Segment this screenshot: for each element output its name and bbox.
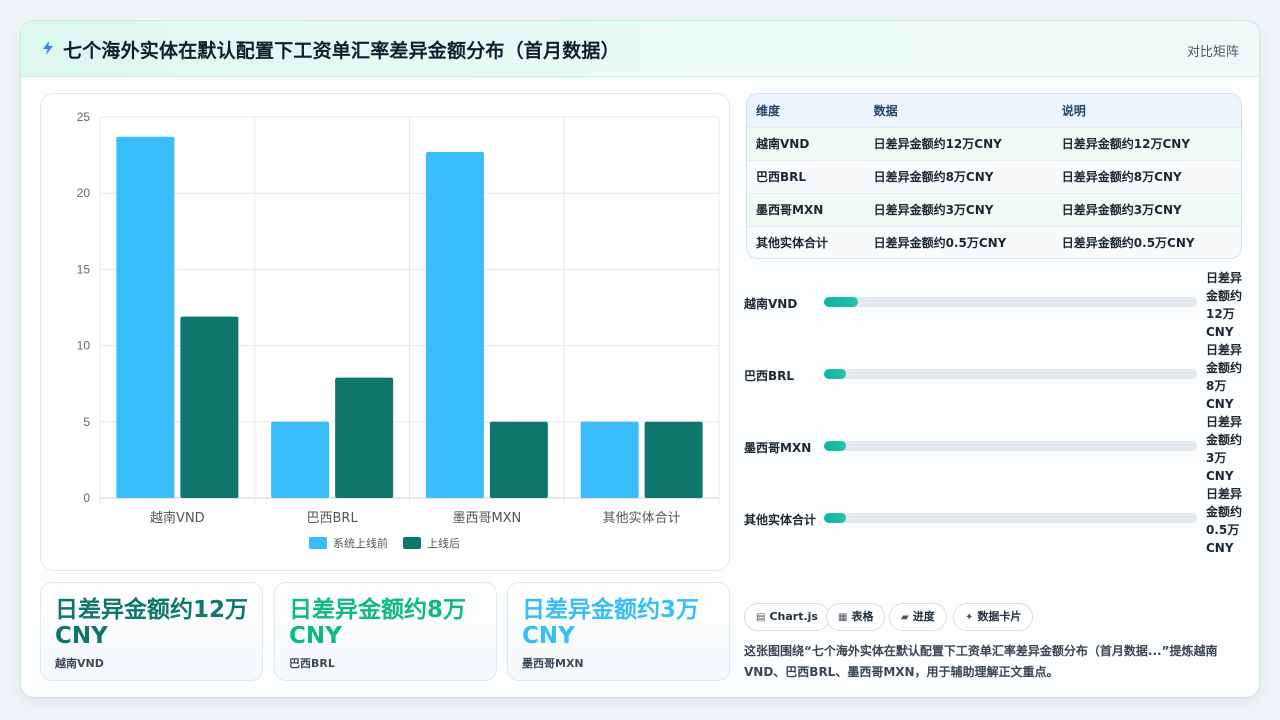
comparison-matrix-link[interactable]: 对比矩阵 — [1187, 41, 1239, 60]
progress-label: 越南VND — [744, 297, 798, 311]
table-header-cell: 数据 — [873, 103, 898, 118]
tag-label: Chart.js — [769, 610, 818, 623]
progress-track — [824, 513, 1197, 523]
progress-item: 越南VND 日差异金额约12万CNY — [744, 267, 1244, 339]
table-cell: 日差异金额约12万CNY — [1061, 137, 1191, 151]
progress-fill — [824, 369, 847, 379]
table-header-cell: 说明 — [1061, 103, 1086, 118]
progress-item: 其他实体合计 日差异金额约0.5万CNY — [744, 483, 1244, 555]
y-tick-label: 25 — [77, 110, 91, 124]
progress-track — [824, 297, 1197, 307]
stat-card: 日差异金额约3万CNY 墨西哥MXN — [507, 582, 730, 681]
tag-progress[interactable]: ▰ 进度 — [889, 603, 947, 631]
progress-item: 巴西BRL 日差异金额约8万CNY — [744, 339, 1244, 411]
stat-label: 越南VND — [55, 657, 104, 670]
y-tick-label: 5 — [83, 415, 90, 429]
stat-value: 日差异金额约12万CNY — [55, 597, 249, 649]
table-header-cell: 维度 — [756, 103, 781, 118]
y-tick-label: 10 — [77, 339, 91, 353]
bar — [335, 377, 394, 498]
table-cell: 越南VND — [756, 137, 810, 151]
progress-track — [824, 369, 1197, 379]
sparkle-icon: ✦ — [965, 612, 974, 623]
table-cell: 墨西哥MXN — [756, 203, 824, 217]
tag-label: 进度 — [912, 610, 935, 623]
progress-item: 墨西哥MXN 日差异金额约3万CNY — [744, 411, 1244, 483]
bar-chart: 0 5 10 15 20 25 越南VND 巴西BRL 墨西哥MXN 其他实体合计系统上线前 上线后 — [77, 110, 720, 550]
progress-track — [824, 441, 1197, 451]
bar — [489, 421, 548, 498]
table-cell: 日差异金额约3万CNY — [873, 203, 994, 217]
x-tick-label: 其他实体合计 — [603, 511, 681, 526]
bar — [580, 421, 639, 498]
table-header-row: 维度 数据 说明 — [747, 94, 1241, 127]
legend-label: 上线后 — [427, 536, 460, 550]
stat-card: 日差异金额约8万CNY 巴西BRL — [274, 582, 497, 681]
table-cell: 日差异金额约0.5万CNY — [873, 236, 1007, 251]
chart-icon: ▤ — [756, 612, 766, 623]
progress-label: 墨西哥MXN — [744, 441, 812, 455]
table-cell: 日差异金额约12万CNY — [873, 137, 1002, 151]
tag-label: 表格 — [851, 610, 874, 623]
progress-icon: ▰ — [901, 612, 909, 623]
data-table: 维度 数据 说明 越南VND 日差异金额约12万CNY 日差异金额约12万CNY… — [746, 93, 1242, 259]
tag-chartjs[interactable]: ▤ Chart.js — [744, 603, 830, 631]
table-row: 墨西哥MXN 日差异金额约3万CNY 日差异金额约3万CNY — [747, 193, 1241, 226]
bar — [271, 421, 330, 498]
lightning-icon — [43, 41, 53, 55]
legend-swatch — [309, 537, 327, 549]
progress-value: 日差异金额约12万CNY — [1206, 271, 1243, 339]
progress-value: 日差异金额约8万CNY — [1206, 343, 1243, 411]
y-tick-label: 15 — [77, 262, 91, 276]
header: 七个海外实体在默认配置下工资单汇率差异金额分布（首月数据） 对比矩阵 — [21, 21, 1259, 77]
progress-fill — [824, 297, 858, 307]
y-tick-label: 20 — [77, 186, 91, 200]
stat-value: 日差异金额约8万CNY — [289, 597, 467, 649]
description-text: 这张图围绕“七个海外实体在默认配置下工资单汇率差异金额分布（首月数据...”提炼… — [744, 644, 1218, 679]
legend-label: 系统上线前 — [333, 536, 388, 550]
table-icon: ▦ — [838, 612, 848, 623]
progress-fill — [824, 441, 847, 451]
page-title: 七个海外实体在默认配置下工资单汇率差异金额分布（首月数据） — [63, 40, 620, 62]
stat-card: 日差异金额约12万CNY 越南VND — [40, 582, 263, 681]
x-tick-label: 越南VND — [150, 510, 205, 526]
stat-label: 巴西BRL — [289, 657, 335, 670]
stat-value: 日差异金额约3万CNY — [522, 597, 700, 649]
main-card: 七个海外实体在默认配置下工资单汇率差异金额分布（首月数据） 对比矩阵 0 5 10 1… — [20, 20, 1260, 698]
progress-list: 越南VND 日差异金额约12万CNY 巴西BRL 日差异金额约8万CNY 墨西哥… — [744, 267, 1244, 555]
bar — [116, 136, 175, 498]
table-cell: 巴西BRL — [756, 170, 807, 184]
progress-value: 日差异金额约0.5万CNY — [1206, 487, 1243, 555]
x-tick-label: 巴西BRL — [307, 511, 359, 526]
progress-label: 巴西BRL — [744, 369, 795, 383]
table-cell: 日差异金额约8万CNY — [1061, 170, 1182, 184]
x-tick-label: 墨西哥MXN — [452, 511, 521, 526]
stat-label: 墨西哥MXN — [522, 657, 584, 670]
table-row: 巴西BRL 日差异金额约8万CNY 日差异金额约8万CNY — [747, 160, 1241, 193]
tag-label: 数据卡片 — [977, 610, 1022, 623]
table-row: 其他实体合计 日差异金额约0.5万CNY 日差异金额约0.5万CNY — [747, 226, 1241, 258]
progress-value: 日差异金额约3万CNY — [1206, 415, 1243, 483]
y-tick-label: 0 — [83, 491, 90, 505]
tag-table[interactable]: ▦ 表格 — [826, 603, 886, 631]
table-cell: 日差异金额约0.5万CNY — [1061, 236, 1195, 251]
bar-chart-panel: 0 5 10 15 20 25 越南VND 巴西BRL 墨西哥MXN 其他实体合计系统上线前 上线后 — [40, 93, 730, 571]
progress-fill — [824, 513, 847, 523]
bar — [644, 421, 703, 498]
table-cell: 日差异金额约3万CNY — [1061, 203, 1182, 217]
table-row: 越南VND 日差异金额约12万CNY 日差异金额约12万CNY — [747, 127, 1241, 160]
legend-swatch — [403, 537, 421, 549]
table-cell: 其他实体合计 — [756, 236, 829, 251]
bar — [425, 152, 484, 498]
progress-label: 其他实体合计 — [744, 513, 817, 527]
table-cell: 日差异金额约8万CNY — [873, 170, 994, 184]
bar — [180, 316, 239, 498]
tag-data-cards[interactable]: ✦ 数据卡片 — [953, 603, 1034, 631]
